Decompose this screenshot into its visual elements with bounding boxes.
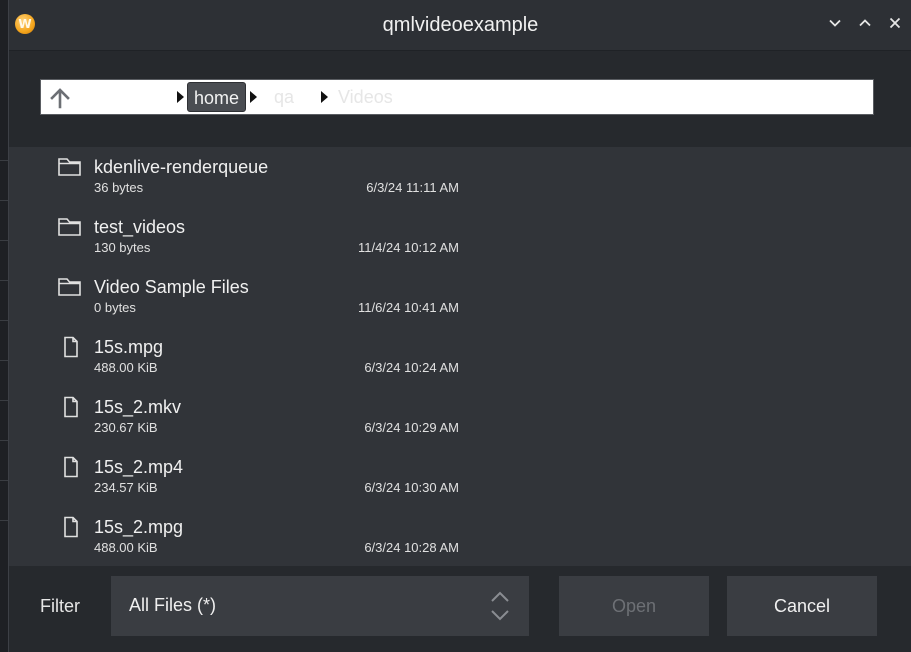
up-directory-button[interactable] — [47, 85, 73, 111]
list-item[interactable]: 15s.mpg 488.00 KiB 6/3/24 10:24 AM — [9, 327, 911, 387]
file-icon — [64, 336, 78, 358]
folder-icon — [58, 278, 81, 296]
file-date: 6/3/24 10:30 AM — [364, 480, 459, 495]
file-size: 130 bytes — [94, 240, 151, 255]
file-size: 0 bytes — [94, 300, 136, 315]
window-controls — [824, 12, 906, 34]
close-button[interactable] — [884, 12, 906, 34]
list-item[interactable]: test_videos 130 bytes 11/4/24 10:12 AM — [9, 207, 911, 267]
file-name: test_videos — [94, 217, 186, 237]
file-size: 488.00 KiB — [94, 360, 158, 375]
crumb-separator-icon — [177, 91, 184, 103]
file-date: 6/3/24 11:11 AM — [366, 180, 459, 195]
window-title: qmlvideoexample — [382, 14, 539, 36]
file-size: 234.57 KiB — [94, 480, 158, 495]
list-item[interactable]: 15s_2.mkv 230.67 KiB 6/3/24 10:29 AM — [9, 387, 911, 447]
file-size: 36 bytes — [94, 180, 144, 195]
file-icon — [64, 516, 78, 538]
filter-select[interactable]: All Files (*) — [111, 576, 529, 636]
file-name: 15s.mpg — [94, 337, 164, 357]
file-dialog-window: W qmlvideoexample home qa Videos kdenliv… — [8, 0, 911, 652]
filter-value: All Files (*) — [129, 595, 217, 615]
dialog-footer: Filter All Files (*) Open Cancel — [9, 566, 911, 652]
list-item[interactable]: Video Sample Files 0 bytes 11/6/24 10:41… — [9, 267, 911, 327]
file-icon — [64, 456, 78, 478]
crumb-separator-icon — [250, 91, 257, 103]
desktop-background — [0, 0, 8, 652]
maximize-button[interactable] — [854, 12, 876, 34]
list-item[interactable]: 15s_2.mpg 488.00 KiB 6/3/24 10:28 AM — [9, 507, 911, 566]
cancel-button[interactable]: Cancel — [727, 576, 877, 636]
up-down-chevron-icon — [491, 591, 509, 621]
file-date: 6/3/24 10:24 AM — [364, 360, 459, 375]
file-size: 230.67 KiB — [94, 420, 158, 435]
file-date: 6/3/24 10:29 AM — [364, 420, 459, 435]
file-name: 15s_2.mpg — [94, 517, 184, 537]
file-list[interactable]: kdenlive-renderqueue 36 bytes 6/3/24 11:… — [9, 147, 911, 566]
arrow-up-icon — [50, 88, 70, 109]
crumb-user[interactable]: qa — [274, 82, 294, 112]
minimize-button[interactable] — [824, 12, 846, 34]
file-date: 11/4/24 10:12 AM — [358, 240, 459, 255]
file-date: 6/3/24 10:28 AM — [364, 540, 459, 555]
file-icon — [64, 396, 78, 418]
file-size: 488.00 KiB — [94, 540, 158, 555]
chevron-up-icon — [859, 19, 871, 27]
open-button[interactable]: Open — [559, 576, 709, 636]
crumb-videos[interactable]: Videos — [338, 82, 393, 112]
crumb-home[interactable]: home — [187, 82, 247, 112]
file-date: 11/6/24 10:41 AM — [358, 300, 459, 315]
file-name: kdenlive-renderqueue — [94, 157, 269, 177]
filter-label: Filter — [40, 596, 80, 616]
close-icon — [889, 17, 901, 29]
chevron-down-icon — [829, 19, 841, 27]
list-item[interactable]: kdenlive-renderqueue 36 bytes 6/3/24 11:… — [9, 147, 911, 207]
folder-icon — [58, 158, 81, 176]
crumb-separator-icon — [321, 91, 328, 103]
title-bar[interactable]: W qmlvideoexample — [9, 0, 911, 51]
folder-icon — [58, 218, 81, 236]
list-item[interactable]: 15s_2.mp4 234.57 KiB 6/3/24 10:30 AM — [9, 447, 911, 507]
breadcrumb: home qa Videos — [40, 79, 874, 115]
file-name: 15s_2.mp4 — [94, 457, 184, 477]
path-bar-area: home qa Videos — [9, 51, 911, 147]
file-name: 15s_2.mkv — [94, 397, 182, 417]
file-name: Video Sample Files — [94, 277, 249, 297]
